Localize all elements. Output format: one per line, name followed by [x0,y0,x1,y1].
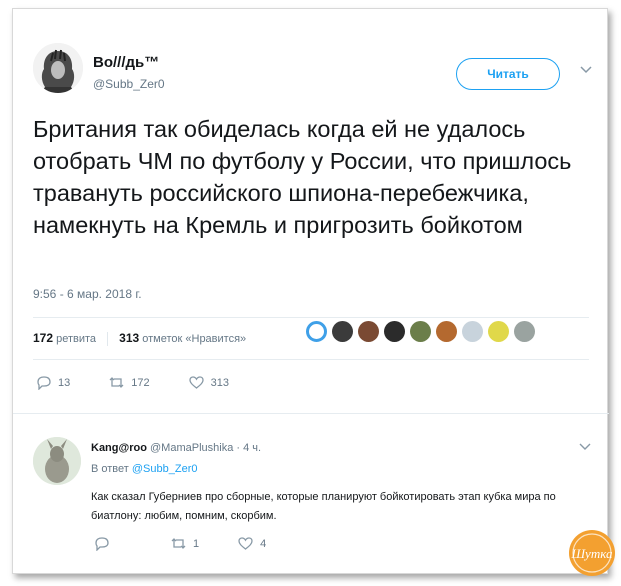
tweet-card: Во///дь™ @Subb_Zer0 Читать Британия так … [12,8,615,576]
liker-avatar[interactable] [306,321,327,342]
reply-to-handle[interactable]: @Subb_Zer0 [132,463,198,475]
liker-avatar[interactable] [384,321,405,342]
author-handle[interactable]: @Subb_Zer0 [93,77,165,91]
divider [33,317,589,318]
tweet-timestamp[interactable]: 9:56 - 6 мар. 2018 г. [33,287,142,301]
liker-avatar[interactable] [332,321,353,342]
divider [13,413,609,414]
watermark-logo: Шутка [569,530,615,576]
liker-avatar[interactable] [410,321,431,342]
liker-avatar[interactable] [436,321,457,342]
stat-separator [107,332,109,347]
reply-icon [37,376,51,390]
tweet-stats: 172 ретвита 313 отметок «Нравится» [33,331,246,347]
reply-actions: 1 4 [93,536,290,551]
reply-button[interactable]: 13 [35,375,70,390]
heart-icon [238,537,253,550]
divider [33,359,589,360]
tweet-text: Британия так обиделась когда ей не удало… [33,116,572,238]
retweet-icon [171,538,186,549]
retweets-stat[interactable]: 172 ретвита [33,331,96,345]
watermark-text: Шутка [571,546,613,561]
likes-stat[interactable]: 313 отметок «Нравится» [119,331,246,345]
reply-count: 13 [58,376,71,389]
chevron-down-icon[interactable] [579,443,591,451]
liker-avatar[interactable] [462,321,483,342]
retweet-icon [109,377,124,388]
retweet-button[interactable]: 1 [170,536,199,551]
like-count: 313 [210,376,229,389]
like-button[interactable]: 4 [237,536,266,551]
reply-author-handle[interactable]: @MamaPlushika [150,442,233,454]
reply-author-name[interactable]: Kang@roo [91,442,147,454]
follow-button[interactable]: Читать [456,58,560,90]
reply-icon [95,537,109,551]
reply-to-line: В ответ @Subb_Zer0 [91,463,197,475]
reply-header: Kang@roo @MamaPlushika · 4 ч. [91,442,261,454]
reply-time[interactable]: · 4 ч. [236,442,261,454]
liker-avatar[interactable] [358,321,379,342]
retweet-button[interactable]: 172 [108,375,150,390]
reply-author-avatar[interactable] [33,437,81,485]
author-avatar[interactable] [33,43,83,93]
chevron-down-icon[interactable] [579,65,593,75]
likers-avatars [306,321,535,342]
retweet-count: 1 [193,537,200,550]
liker-avatar[interactable] [514,321,535,342]
heart-icon [188,376,204,389]
liker-avatar[interactable] [488,321,509,342]
author-name[interactable]: Во///дь™ [93,54,159,71]
tweet-actions: 13 172 313 [35,375,253,390]
reply-button[interactable] [93,536,116,551]
like-count: 4 [260,537,267,550]
retweet-count: 172 [131,376,150,389]
reply-text: Как сказал Губерниев про сборные, которы… [91,491,556,522]
like-button[interactable]: 313 [188,375,229,390]
reply-to-prefix: В ответ [91,463,129,475]
